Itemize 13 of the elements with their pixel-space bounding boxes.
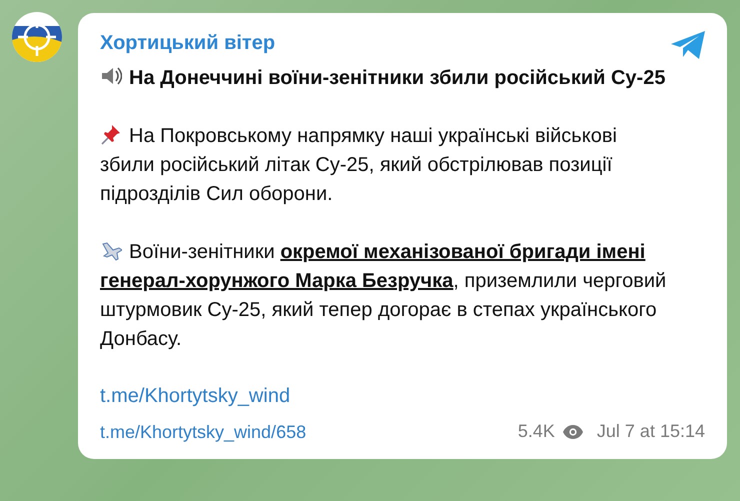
view-count: 5.4K: [518, 420, 555, 443]
send-icon[interactable]: [671, 31, 705, 59]
channel-name[interactable]: Хортицький вітер: [100, 29, 276, 57]
message-paragraph: На Донеччині воїни-зенітники збили російський Су-25: [100, 64, 675, 93]
channel-link[interactable]: t.me/Khortytsky_wind: [100, 382, 290, 410]
message-paragraph: На Покровському напрямку наші українські військові збили російський літак Су-25, який обстрілював позиції підрозділів Сил оборони.: [100, 122, 618, 207]
message-time: Jul 7 at 15:14: [596, 420, 705, 443]
eye-icon: [562, 424, 583, 438]
avatar-icon[interactable]: [12, 12, 62, 62]
post-link[interactable]: t.me/Khortytsky_wind/658: [100, 420, 306, 444]
message-paragraph: Воїни-зенітники окремої механізованої бригади імені генерал-хорунжого Марка Безручка, приземлили черговий штурмовик Су-25, який тепер догорає в степах українського Донбасу.: [100, 238, 668, 352]
speaker-icon: [100, 65, 122, 87]
pushpin-icon: [100, 123, 122, 145]
